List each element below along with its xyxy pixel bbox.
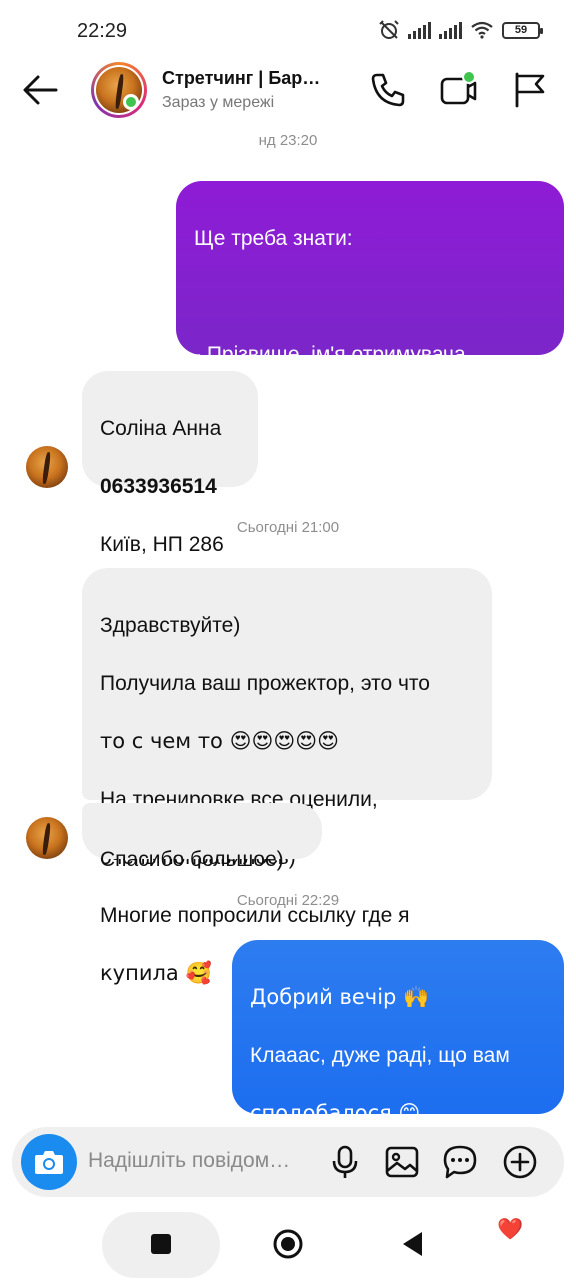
plus-icon[interactable] <box>502 1144 538 1180</box>
video-online-dot <box>462 70 476 84</box>
message-input[interactable] <box>88 1149 318 1173</box>
message-outgoing[interactable]: Добрий вечір 🙌 Клааас, дуже раді, що вам… <box>232 940 564 1241</box>
system-nav-bar <box>0 1210 576 1280</box>
message-outgoing[interactable]: Ще треба знати: - Прізвище, ім'я отримув… <box>176 181 564 482</box>
alarm-off-icon <box>379 20 399 39</box>
contact-phone[interactable]: 0633936514 <box>100 472 240 501</box>
avatar[interactable] <box>91 62 147 118</box>
message-line <box>194 282 546 311</box>
status-bar: 22:29 59 <box>0 0 576 62</box>
home-button[interactable] <box>272 1228 304 1260</box>
sender-avatar[interactable] <box>26 817 68 859</box>
back-arrow-icon[interactable] <box>20 72 60 108</box>
message-incoming[interactable]: Спасибо большое) <box>82 803 322 871</box>
message-line: Клааас, дуже раді, що вам <box>250 1044 510 1067</box>
message-line: Получила ваш прожектор, это что <box>100 672 430 695</box>
message-composer <box>12 1127 564 1197</box>
timestamp: нд 23:20 <box>258 132 318 149</box>
signal-icon <box>439 21 462 39</box>
recents-icon <box>151 1234 171 1254</box>
message-line: сподобалося 😊 <box>250 1101 421 1125</box>
microphone-icon[interactable] <box>327 1144 363 1180</box>
timestamp: Сьогодні 21:00 <box>236 519 340 536</box>
back-triangle-icon <box>403 1232 422 1256</box>
wifi-icon <box>471 21 493 39</box>
recents-button[interactable] <box>145 1228 177 1260</box>
status-icons: 59 <box>378 20 543 40</box>
camera-button[interactable] <box>21 1134 77 1190</box>
message-incoming[interactable]: Здравствуйте) Получила ваш прожектор, эт… <box>82 568 492 985</box>
back-button[interactable] <box>397 1228 429 1260</box>
message-line: Здравствуйте) <box>100 614 241 637</box>
contact-name: Соліна Анна <box>100 417 222 440</box>
message-line: Ще треба знати: <box>194 227 353 250</box>
flag-icon[interactable] <box>510 70 550 110</box>
phone-icon[interactable] <box>368 70 408 110</box>
timestamp: Сьогодні 22:29 <box>236 892 340 909</box>
message-line: - Прізвище, ім'я отримувача <box>194 343 466 366</box>
sticker-icon[interactable] <box>442 1144 478 1180</box>
camera-icon <box>35 1151 63 1174</box>
online-indicator <box>123 94 139 110</box>
sender-avatar[interactable] <box>26 446 68 488</box>
chat-header: Стретчинг | Бар… Зараз у мережі <box>0 58 576 124</box>
message-line: то с чем то 😍😍😍😍😍 <box>100 729 340 753</box>
message-incoming[interactable]: Соліна Анна 0633936514 Київ, НП 286 <box>82 371 258 556</box>
signal-icon <box>408 21 431 39</box>
battery-icon: 59 <box>502 21 543 39</box>
message-line: Добрий вечір 🙌 <box>250 985 430 1009</box>
chat-title[interactable]: Стретчинг | Бар… <box>162 68 342 89</box>
home-icon <box>273 1229 303 1259</box>
chat-status: Зараз у мережі <box>162 94 275 111</box>
message-line: Спасибо большое) <box>100 848 284 871</box>
status-time: 22:29 <box>77 20 128 42</box>
gallery-icon[interactable] <box>384 1144 420 1180</box>
